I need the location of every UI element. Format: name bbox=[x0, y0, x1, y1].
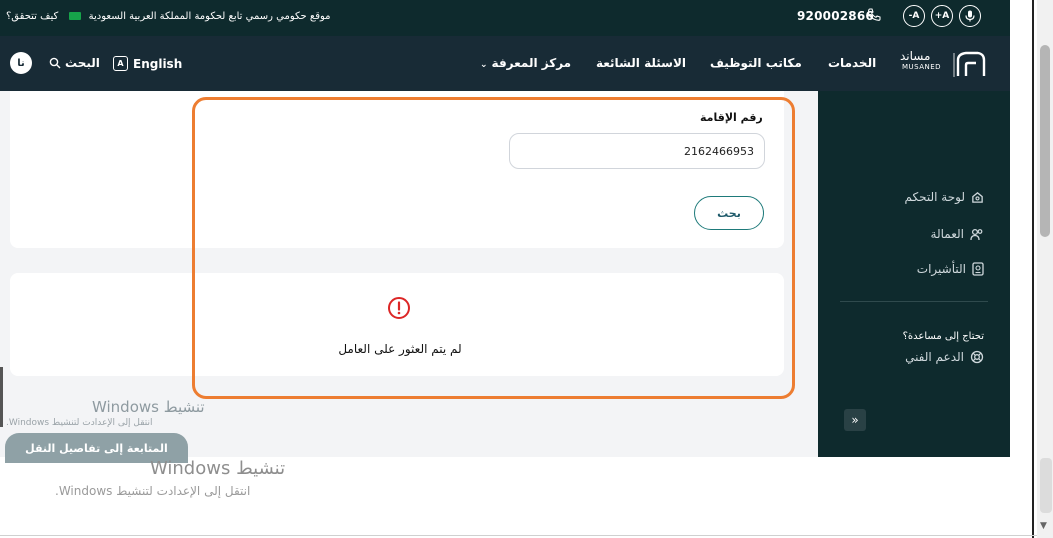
scrollbar-lower-thumb[interactable] bbox=[1040, 458, 1052, 513]
gov-notice: موقع حكومي رسمي تابع لحكومة المملكة العر… bbox=[6, 11, 331, 22]
sidebar-item-support[interactable]: الدعم الفني bbox=[905, 350, 984, 364]
windows-watermark-title: تنشيط Windows bbox=[150, 458, 286, 479]
chevron-down-icon: ⌄ bbox=[480, 60, 488, 70]
scroll-down-arrow-icon[interactable]: ▼ bbox=[1040, 521, 1047, 531]
nav-knowledge-label: مركز المعرفة bbox=[491, 56, 572, 70]
home-icon bbox=[972, 191, 983, 203]
language-label: English bbox=[133, 56, 183, 71]
nav-faq[interactable]: الاسئلة الشائعة bbox=[596, 56, 686, 70]
search-link[interactable]: البحث bbox=[49, 56, 100, 70]
sidebar-item-label: التأشيرات bbox=[916, 262, 966, 276]
sidebar-item-label: لوحة التحكم bbox=[904, 190, 966, 204]
nav-recruitment-offices[interactable]: مكاتب التوظيف bbox=[710, 56, 802, 70]
window-border bbox=[1032, 0, 1034, 538]
gov-notice-text: موقع حكومي رسمي تابع لحكومة المملكة العر… bbox=[88, 11, 331, 22]
sidebar: لوحة التحكم العمالة التأشيرات تحتاج إلى … bbox=[818, 91, 1010, 457]
help-title: تحتاج إلى مساعدة؟ bbox=[902, 331, 984, 342]
verify-link[interactable]: كيف تتحقق؟ bbox=[6, 11, 58, 22]
sidebar-item-visas[interactable]: التأشيرات bbox=[917, 262, 984, 276]
sidebar-item-dashboard[interactable]: لوحة التحكم bbox=[905, 190, 985, 204]
scrollbar-thumb[interactable] bbox=[1040, 45, 1050, 237]
main-navbar: مساند MUSANED الخدمات مكاتب التوظيف الاس… bbox=[0, 36, 1010, 91]
user-avatar[interactable]: نا bbox=[10, 52, 32, 74]
search-label: البحث bbox=[65, 56, 100, 70]
voice-button[interactable] bbox=[959, 5, 981, 27]
sidebar-item-label: العمالة bbox=[930, 227, 964, 241]
sidebar-divider bbox=[840, 301, 988, 302]
highlight-annotation bbox=[192, 97, 795, 399]
passport-icon bbox=[972, 262, 984, 276]
sidebar-item-workers[interactable]: العمالة bbox=[931, 227, 984, 241]
microphone-icon bbox=[965, 10, 975, 22]
sidebar-item-label: الدعم الفني bbox=[905, 350, 964, 364]
nav-knowledge-center[interactable]: ⌄ مركز المعرفة bbox=[480, 56, 571, 70]
font-increase-button[interactable]: +A bbox=[931, 5, 953, 27]
saudi-flag-icon bbox=[69, 12, 82, 20]
font-decrease-button[interactable]: -A bbox=[903, 5, 925, 27]
logo-english: MUSANED bbox=[902, 63, 942, 71]
nav-services[interactable]: الخدمات bbox=[828, 56, 876, 70]
language-toggle[interactable]: A English bbox=[113, 56, 182, 71]
search-icon bbox=[49, 57, 61, 69]
users-icon bbox=[970, 228, 983, 240]
windows-watermark-inner-subtitle: انتقل إلى الإعدادت لتنشيط Windows. bbox=[6, 418, 153, 428]
phone-icon bbox=[868, 8, 881, 21]
logo-arabic: مساند bbox=[900, 49, 931, 63]
top-bar: موقع حكومي رسمي تابع لحكومة المملكة العر… bbox=[0, 0, 1010, 36]
phone-number[interactable]: 920002866 bbox=[797, 9, 874, 23]
lifebuoy-icon bbox=[970, 350, 984, 364]
sidebar-collapse-button[interactable]: » bbox=[844, 409, 866, 431]
windows-watermark-inner-title: تنشيط Windows bbox=[92, 398, 205, 416]
language-icon: A bbox=[113, 56, 128, 71]
bottom-border bbox=[0, 535, 1037, 536]
windows-watermark-subtitle: انتقل إلى الإعدادت لتنشيط Windows. bbox=[55, 484, 251, 498]
left-edge-tab bbox=[0, 367, 3, 427]
